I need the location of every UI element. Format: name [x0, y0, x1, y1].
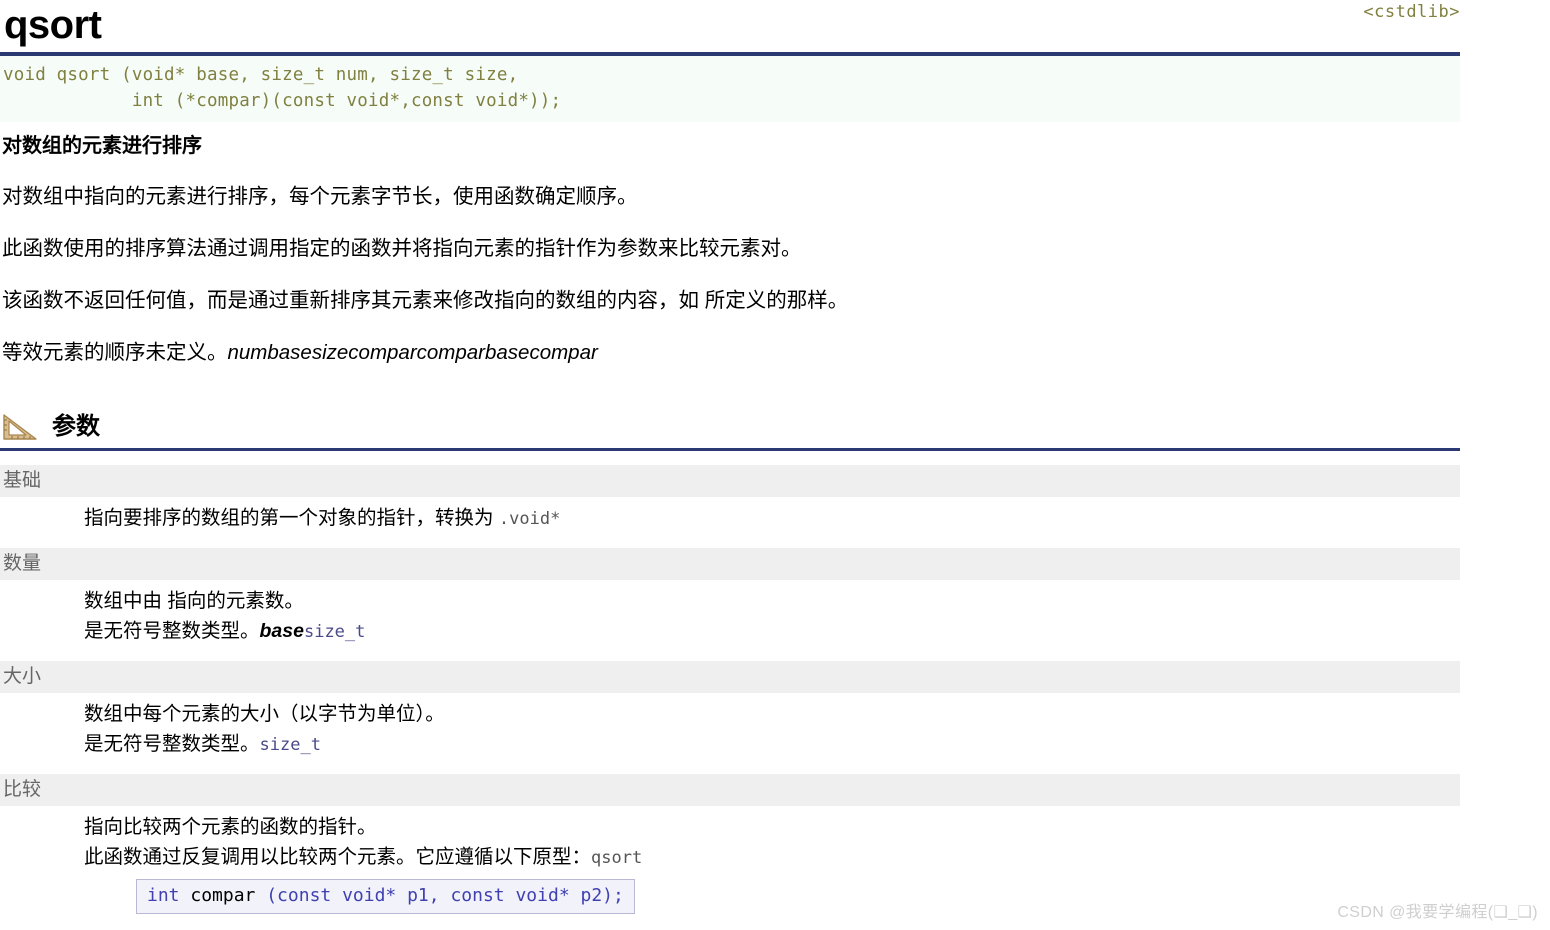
- code-function-name: compar: [179, 885, 267, 906]
- parameter-desc-mono: size_t: [259, 735, 321, 755]
- function-prototype-block: void qsort (void* base, size_t num, size…: [0, 52, 1460, 122]
- prototype-line-2: int (*compar)(const void*,const void*));: [3, 91, 562, 111]
- parameter-item: 基础 指向要排序的数组的第一个对象的指针，转换为 .void*: [0, 465, 1460, 548]
- csdn-watermark: CSDN @我要学编程(❑_❑): [1337, 904, 1538, 921]
- summary-paragraph-4-text: 等效元素的顺序未定义。: [2, 341, 228, 364]
- parameter-desc-text: 此函数通过反复调用以比较两个元素。它应遵循以下原型：: [84, 846, 592, 868]
- parameter-description: 数组中每个元素的大小（以字节为单位）。 是无符号整数类型。size_t: [0, 693, 1460, 774]
- parameter-list: 基础 指向要排序的数组的第一个对象的指针，转换为 .void* 数量 数组中由 …: [0, 465, 1460, 928]
- section-divider: [0, 448, 1460, 451]
- page-title: qsort: [4, 3, 102, 47]
- parameter-desc-text: 是无符号整数类型。: [84, 733, 260, 755]
- header-include-label: <cstdlib>: [1363, 2, 1460, 22]
- summary-paragraph-3: 该函数不返回任何值，而是通过重新排序其元素来修改指向的数组的内容，如 所定义的那…: [2, 289, 849, 312]
- parameter-desc-mono: .void*: [498, 509, 561, 529]
- parameter-item: 数量 数组中由 指向的元素数。 是无符号整数类型。basesize_t: [0, 548, 1460, 661]
- ruler-triangle-icon: [3, 414, 37, 440]
- prototype-line-1: void qsort (void* base, size_t num, size…: [3, 65, 519, 85]
- summary-title: 对数组的元素进行排序: [2, 135, 202, 157]
- section-header: 参数: [0, 412, 1460, 446]
- parameter-desc-line-1: 数组中每个元素的大小（以字节为单位）。: [84, 703, 445, 725]
- summary-paragraph-1: 对数组中指向的元素进行排序，每个元素字节长，使用函数确定顺序。: [2, 185, 638, 208]
- parameter-item: 大小 数组中每个元素的大小（以字节为单位）。 是无符号整数类型。size_t: [0, 661, 1460, 774]
- section-title: 参数: [52, 413, 100, 440]
- parameter-description: 数组中由 指向的元素数。 是无符号整数类型。basesize_t: [0, 580, 1460, 661]
- summary-paragraph-4-italic: numbasesizecomparcomparbasecompar: [227, 341, 598, 364]
- parameter-desc-line-1: 数组中由 指向的元素数。: [84, 590, 304, 612]
- parameter-desc-mono: size_t: [303, 622, 366, 642]
- parameter-description: 指向比较两个元素的函数的指针。 此函数通过反复调用以比较两个元素。它应遵循以下原…: [0, 806, 1460, 928]
- parameter-name: 基础: [0, 465, 1460, 497]
- parameters-section: 参数: [0, 412, 1460, 451]
- parameter-item: 比较 指向比较两个元素的函数的指针。 此函数通过反复调用以比较两个元素。它应遵循…: [0, 774, 1460, 928]
- parameter-description: 指向要排序的数组的第一个对象的指针，转换为 .void*: [0, 497, 1460, 548]
- parameter-desc-line-2: 是无符号整数类型。size_t: [84, 729, 1460, 760]
- parameter-desc-text: 指向要排序的数组的第一个对象的指针，转换为: [84, 507, 499, 529]
- summary-paragraph-4: 等效元素的顺序未定义。numbasesizecomparcomparbaseco…: [2, 338, 1550, 368]
- parameter-desc-line-2: 是无符号整数类型。basesize_t: [84, 616, 1460, 647]
- parameter-desc-italic: base: [259, 620, 304, 642]
- parameter-desc-line-2: 此函数通过反复调用以比较两个元素。它应遵循以下原型：qsort: [84, 842, 1460, 873]
- parameter-name: 数量: [0, 548, 1460, 580]
- parameter-desc-text: 是无符号整数类型。: [84, 620, 260, 642]
- parameter-name: 比较: [0, 774, 1460, 806]
- parameter-name: 大小: [0, 661, 1460, 693]
- code-params: (const void* p1, const void* p2);: [266, 885, 624, 906]
- parameter-desc-mono: qsort: [591, 848, 643, 868]
- summary-paragraph-2: 此函数使用的排序算法通过调用指定的函数并将指向元素的指针作为参数来比较元素对。: [2, 237, 802, 260]
- page-header: qsort <cstdlib>: [0, 0, 1550, 52]
- reference-page: qsort <cstdlib> void qsort (void* base, …: [0, 0, 1550, 930]
- compar-prototype-code-box: int compar (const void* p1, const void* …: [136, 879, 635, 914]
- code-keyword: int: [147, 885, 180, 906]
- parameter-desc-line-1: 指向比较两个元素的函数的指针。: [84, 816, 377, 838]
